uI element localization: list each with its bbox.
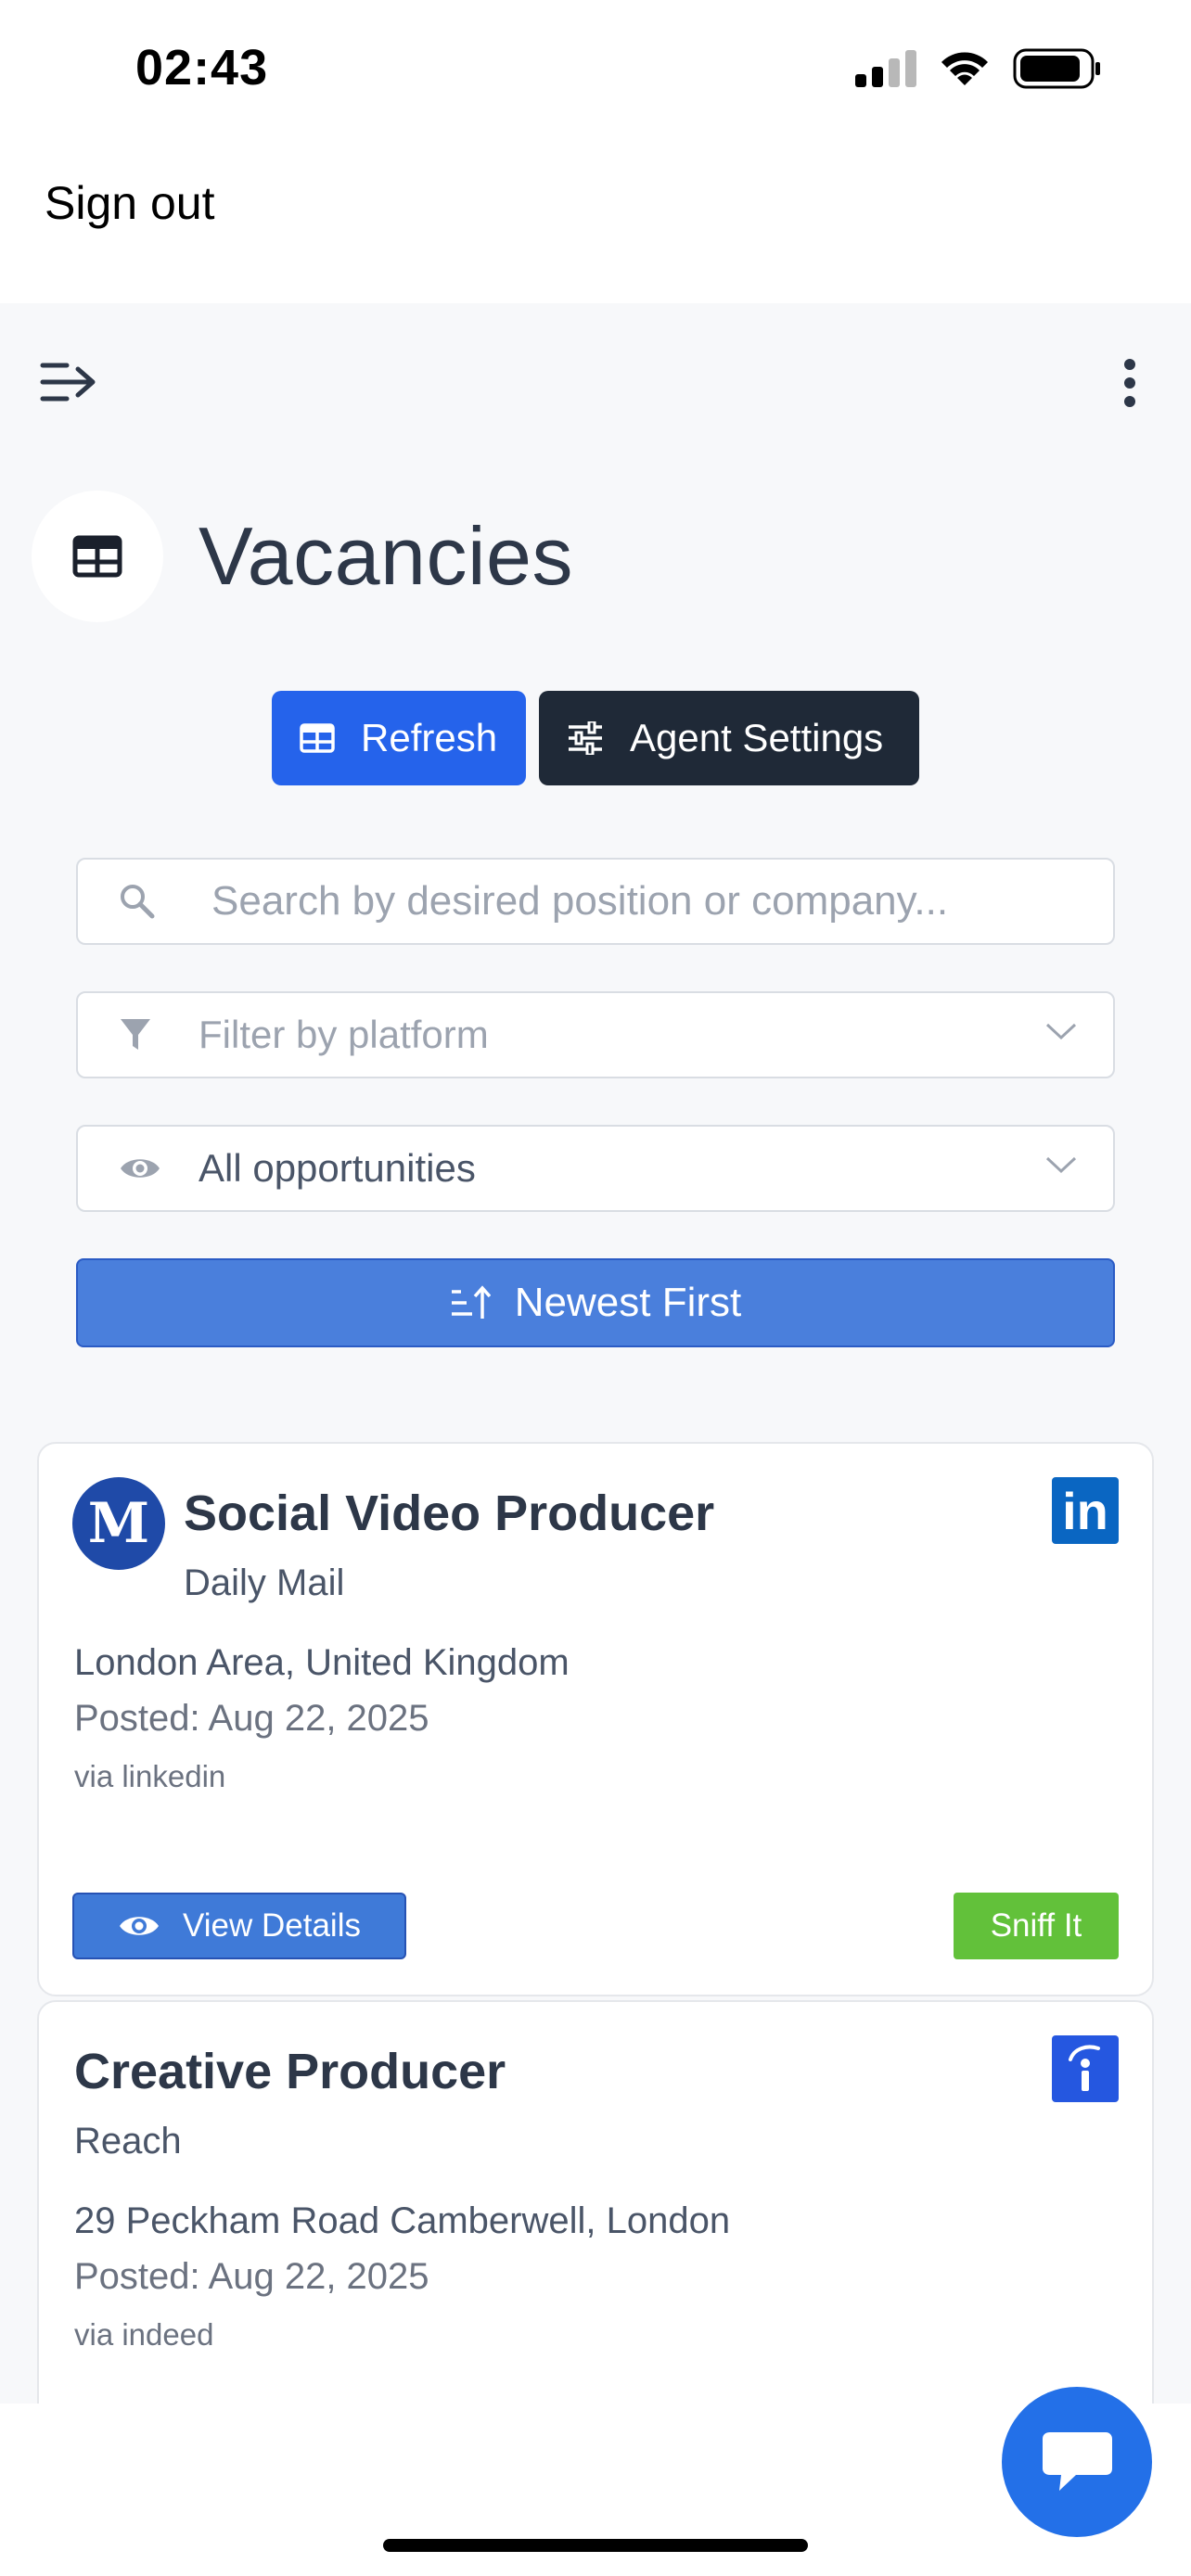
posted-date: Posted: Aug 22, 2025: [74, 1698, 429, 1739]
company-logo-text: M: [87, 1491, 150, 1556]
view-details-button[interactable]: View Details: [72, 1893, 406, 1959]
home-indicator: [383, 2539, 808, 2552]
more-options-icon[interactable]: [1119, 357, 1141, 409]
posted-date: Posted: Aug 22, 2025: [74, 2256, 429, 2297]
wifi-icon: [941, 52, 988, 85]
platform-filter-select[interactable]: Filter by platform: [76, 991, 1115, 1078]
table-icon: [300, 723, 335, 753]
indeed-icon: [1052, 2035, 1119, 2102]
sniff-it-button[interactable]: Sniff It: [954, 1893, 1119, 1959]
page-icon-circle: [32, 491, 163, 622]
source-platform: via linkedin: [74, 1759, 226, 1793]
source-platform: via indeed: [74, 2317, 214, 2352]
eye-icon: [119, 1154, 184, 1183]
sort-order-button[interactable]: Newest First: [76, 1258, 1115, 1347]
sort-order-label: Newest First: [514, 1280, 742, 1325]
status-time: 02:43: [135, 40, 269, 96]
job-location: 29 Peckham Road Camberwell, London: [74, 2200, 731, 2241]
company-logo: M: [72, 1477, 165, 1570]
search-input[interactable]: [211, 878, 1046, 925]
job-location: London Area, United Kingdom: [74, 1642, 570, 1683]
page-header: Vacancies: [32, 491, 573, 622]
chat-bubble-icon: [1043, 2432, 1112, 2491]
opportunity-filter-value: All opportunities: [198, 1146, 476, 1190]
cellular-signal-icon: [855, 50, 916, 87]
platform-filter-placeholder: Filter by platform: [198, 1013, 489, 1056]
refresh-button[interactable]: Refresh: [272, 691, 526, 785]
page-title: Vacancies: [198, 510, 573, 602]
sliders-icon: [569, 721, 602, 755]
table-icon: [72, 535, 122, 578]
chevron-down-icon: [1045, 1156, 1077, 1174]
status-icons: [855, 48, 1102, 89]
job-title: Creative Producer: [74, 2044, 506, 2099]
company-name: Daily Mail: [184, 1562, 345, 1603]
linkedin-icon: in: [1052, 1477, 1119, 1544]
filter-icon: [119, 1016, 184, 1053]
view-details-label: View Details: [183, 1907, 361, 1944]
status-bar: 02:43: [0, 0, 1191, 139]
chevron-down-icon: [1045, 1023, 1077, 1040]
sort-ascending-icon: [451, 1285, 491, 1319]
vacancy-card: M Social Video Producer Daily Mail Londo…: [37, 1442, 1154, 1996]
opportunity-filter-select[interactable]: All opportunities: [76, 1125, 1115, 1212]
refresh-button-label: Refresh: [361, 716, 498, 759]
company-name: Reach: [74, 2121, 182, 2162]
agent-settings-button[interactable]: Agent Settings: [539, 691, 919, 785]
chat-button[interactable]: [1002, 2387, 1152, 2537]
sign-out-link[interactable]: Sign out: [45, 176, 214, 230]
action-buttons: Refresh Agent Settings: [272, 691, 919, 785]
job-title: Social Video Producer: [184, 1486, 715, 1541]
search-icon: [119, 883, 184, 920]
app-content: Vacancies Refresh Agent Settings Search …: [0, 303, 1191, 2404]
battery-icon: [1013, 48, 1100, 89]
search-field: [76, 858, 1115, 945]
vacancy-card: Creative Producer Reach 29 Peckham Road …: [37, 2000, 1154, 2404]
eye-icon: [120, 1917, 160, 1935]
sidebar-toggle-icon[interactable]: [39, 359, 98, 405]
agent-settings-button-label: Agent Settings: [630, 716, 884, 759]
